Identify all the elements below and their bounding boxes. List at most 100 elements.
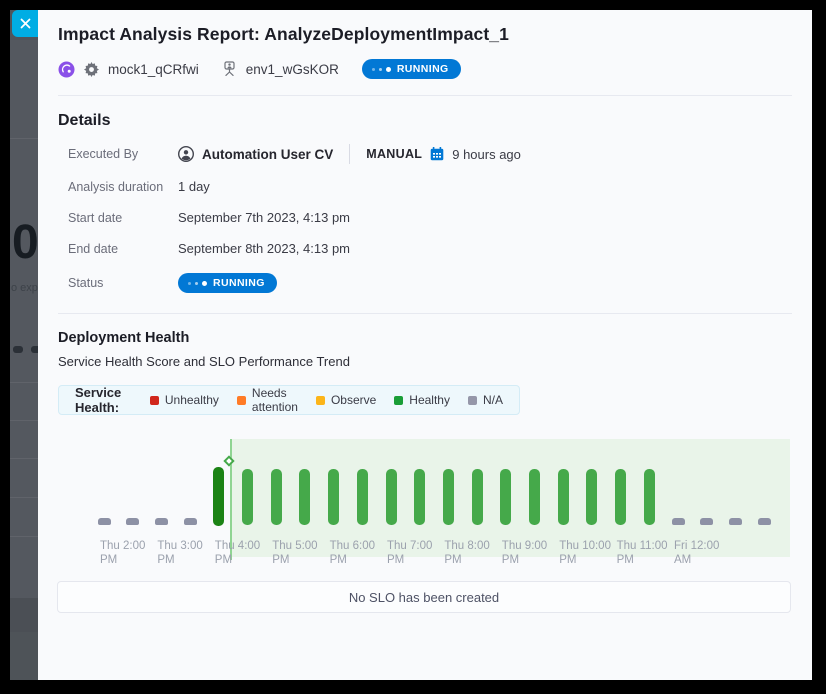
user-avatar-icon <box>178 146 194 162</box>
backdrop-row-divider <box>10 536 39 537</box>
backdrop-row-divider <box>10 497 39 498</box>
vertical-separator <box>349 144 350 164</box>
x-axis-label: Thu 3:00 PM <box>157 539 202 567</box>
legend-item: Healthy <box>394 393 450 407</box>
legend-swatch <box>150 396 159 405</box>
status-badge: RUNNING <box>178 273 277 293</box>
health-bar-healthy[interactable] <box>615 469 626 525</box>
row-label: Status <box>58 276 178 290</box>
health-bar-healthy[interactable] <box>414 469 425 525</box>
loader-dot <box>372 68 375 71</box>
detail-row: End date September 8th 2023, 4:13 pm <box>38 240 812 257</box>
x-axis-label: Thu 11:00 PM <box>617 539 668 567</box>
backdrop-divider <box>10 138 39 139</box>
status-row: Status RUNNING <box>38 273 812 293</box>
row-label: End date <box>58 242 178 256</box>
backdrop-pill <box>13 346 23 353</box>
service-gear-icon <box>84 62 99 77</box>
row-label: Start date <box>58 211 178 225</box>
backdrop-footer <box>10 632 39 680</box>
health-bar-na[interactable] <box>126 518 139 525</box>
health-bar-healthy[interactable] <box>644 469 655 525</box>
x-axis-label: Thu 2:00 PM <box>100 539 145 567</box>
health-bar-healthy[interactable] <box>328 469 339 525</box>
x-axis-label: Thu 5:00 PM <box>272 539 317 567</box>
loader-dot <box>379 68 382 71</box>
health-chart[interactable]: Thu 2:00 PM Thu 3:00 PM Thu 4:00 PM Thu 5:0… <box>57 425 791 573</box>
legend-swatch <box>316 396 325 405</box>
legend-label: Observe <box>331 393 376 407</box>
status-badge-label: RUNNING <box>213 277 265 289</box>
time-ago: 9 hours ago <box>452 147 521 162</box>
backdrop-count: 0 <box>12 215 38 270</box>
section-divider <box>58 95 792 96</box>
health-bar-healthy[interactable] <box>443 469 454 525</box>
x-axis-label: Thu 9:00 PM <box>502 539 547 567</box>
health-bar-na[interactable] <box>98 518 111 525</box>
loader-dot <box>195 282 198 285</box>
x-axis-label: Thu 6:00 PM <box>330 539 375 567</box>
health-bar-na[interactable] <box>758 518 771 525</box>
health-bar-healthy[interactable] <box>299 469 310 525</box>
health-bar-na[interactable] <box>184 518 197 525</box>
environment-name[interactable]: env1_wGsKOR <box>246 62 339 77</box>
row-value: September 8th 2023, 4:13 pm <box>178 241 350 256</box>
health-bar-na[interactable] <box>672 518 685 525</box>
slo-empty-state: No SLO has been created <box>57 581 791 613</box>
health-bar-healthy[interactable] <box>357 469 368 525</box>
close-button[interactable] <box>12 10 38 37</box>
service-name[interactable]: mock1_qCRfwi <box>108 62 199 77</box>
health-bar-healthy[interactable] <box>242 469 253 525</box>
health-bar-na[interactable] <box>729 518 742 525</box>
detail-row: Analysis duration 1 day <box>38 178 812 195</box>
x-axis-label: Thu 8:00 PM <box>444 539 489 567</box>
loader-dot <box>202 281 207 286</box>
x-axis-label: Thu 7:00 PM <box>387 539 432 567</box>
health-bar-healthy[interactable] <box>472 469 483 525</box>
backdrop-row-divider <box>10 382 39 383</box>
executed-by-row: Executed By Automation User CV MANUAL <box>38 144 812 164</box>
backdrop-footer-block <box>10 598 39 632</box>
calendar-icon <box>430 147 444 161</box>
health-bar-healthy[interactable] <box>271 469 282 525</box>
health-bar-na[interactable] <box>700 518 713 525</box>
health-bar-healthy[interactable] <box>529 469 540 525</box>
health-bar-healthy[interactable] <box>558 469 569 525</box>
impact-analysis-modal: Impact Analysis Report: AnalyzeDeploymen… <box>38 10 812 680</box>
status-badge-label: RUNNING <box>397 63 449 75</box>
page-backdrop: 0 o expa <box>10 10 39 680</box>
legend-label: Unhealthy <box>165 393 219 407</box>
health-bar-healthy[interactable] <box>500 469 511 525</box>
legend-item: Observe <box>316 393 376 407</box>
deployment-health-heading: Deployment Health <box>38 330 812 346</box>
x-axis-label: Thu 10:00 PM <box>559 539 611 567</box>
x-axis-label: Thu 4:00 PM <box>215 539 260 567</box>
backdrop-text: o expa <box>11 282 39 294</box>
service-health-legend: Service Health: Unhealthy Needs attention… <box>58 385 520 415</box>
legend-item: N/A <box>468 393 503 407</box>
row-value: 1 day <box>178 179 210 194</box>
health-bar-healthy[interactable] <box>586 469 597 525</box>
executed-by-user: Automation User CV <box>202 147 333 162</box>
health-bar-na[interactable] <box>155 518 168 525</box>
legend-swatch <box>237 396 246 405</box>
legend-item: Needs attention <box>237 386 298 414</box>
legend-title: Service Health: <box>75 385 128 415</box>
section-divider <box>58 313 792 314</box>
close-icon <box>20 18 31 29</box>
environment-icon <box>222 61 237 77</box>
row-label: Executed By <box>58 147 178 161</box>
loader-dot <box>386 67 391 72</box>
health-bar-healthy[interactable] <box>386 469 397 525</box>
slo-empty-text: No SLO has been created <box>349 590 499 605</box>
trigger-type: MANUAL <box>366 147 422 161</box>
legend-item: Unhealthy <box>150 393 219 407</box>
details-heading: Details <box>38 112 812 130</box>
page-title: Impact Analysis Report: AnalyzeDeploymen… <box>38 24 812 45</box>
status-badge: RUNNING <box>362 59 461 79</box>
health-bar-deployment[interactable] <box>213 467 224 526</box>
loader-dot <box>188 282 191 285</box>
row-label: Analysis duration <box>58 180 178 194</box>
backdrop-row-divider <box>10 420 39 421</box>
monitored-service-icon <box>58 61 75 78</box>
